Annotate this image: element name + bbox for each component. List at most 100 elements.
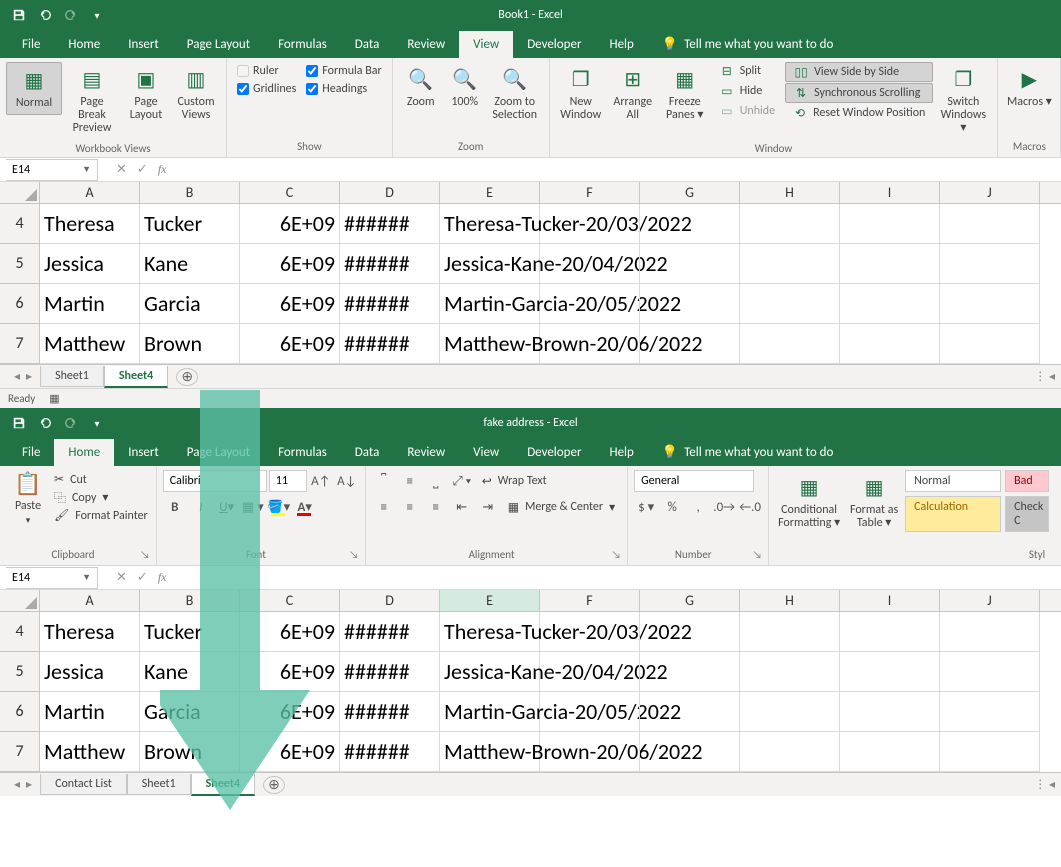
col-header-e[interactable]: E: [440, 590, 540, 611]
cell[interactable]: [940, 612, 1040, 652]
paste-button[interactable]: 📋Paste▾: [6, 470, 50, 526]
cell[interactable]: Brown: [140, 324, 240, 364]
custom-views-button[interactable]: ▥Custom Views: [172, 62, 220, 126]
format-painter-button[interactable]: 🖌Format Painter: [54, 508, 148, 523]
new-sheet-button[interactable]: ⊕: [263, 776, 285, 794]
ruler-checkbox[interactable]: Ruler: [233, 62, 300, 80]
row-header-4[interactable]: 4: [0, 204, 40, 244]
row-header-6[interactable]: 6: [0, 284, 40, 324]
cell[interactable]: [840, 732, 940, 772]
col-header-f[interactable]: F: [540, 590, 640, 611]
cell[interactable]: Theresa: [40, 204, 140, 244]
zoom-100-button[interactable]: 🔍100%: [445, 62, 485, 113]
cell-style-check[interactable]: Check C: [1005, 496, 1049, 532]
cell[interactable]: [640, 612, 740, 652]
col-header-a[interactable]: A: [40, 182, 140, 203]
increase-font-button[interactable]: A↑: [309, 470, 333, 492]
cell[interactable]: Matthew: [40, 324, 140, 364]
tab-prev-icon[interactable]: ◂: [14, 777, 20, 792]
save-icon[interactable]: [8, 4, 30, 26]
cell[interactable]: Matthew: [40, 732, 140, 772]
row-header-5[interactable]: 5: [0, 652, 40, 692]
menu-developer[interactable]: Developer: [513, 439, 595, 466]
new-window-button[interactable]: ❐New Window: [556, 62, 606, 126]
cell[interactable]: [940, 692, 1040, 732]
cell[interactable]: Kane: [140, 244, 240, 284]
col-header-e[interactable]: E: [440, 182, 540, 203]
cell[interactable]: Garcia: [140, 284, 240, 324]
cell-style-calculation[interactable]: Calculation: [905, 496, 1001, 532]
arrange-all-button[interactable]: ⊞Arrange All: [608, 62, 658, 126]
fx-icon[interactable]: fx: [158, 162, 167, 177]
menu-formulas[interactable]: Formulas: [264, 31, 341, 58]
menu-view[interactable]: View: [459, 439, 513, 466]
tell-me[interactable]: 💡Tell me what you want to do: [648, 439, 848, 466]
menu-help[interactable]: Help: [595, 439, 647, 466]
cell[interactable]: Theresa: [40, 612, 140, 652]
cell[interactable]: 6E+09: [240, 612, 340, 652]
cell[interactable]: 6E+09: [240, 692, 340, 732]
cell[interactable]: [640, 732, 740, 772]
menu-developer[interactable]: Developer: [513, 31, 595, 58]
cell[interactable]: 6E+09: [240, 324, 340, 364]
comma-button[interactable]: ,: [686, 496, 710, 518]
cell[interactable]: [540, 732, 640, 772]
cell[interactable]: [640, 324, 740, 364]
normal-view-button[interactable]: ▦Normal: [6, 62, 62, 115]
redo-icon[interactable]: [60, 4, 82, 26]
macros-button[interactable]: ▶Macros ▾: [1004, 62, 1054, 113]
col-header-h[interactable]: H: [740, 590, 840, 611]
reset-position-button[interactable]: ⟲Reset Window Position: [785, 104, 933, 122]
split-button[interactable]: ⊟Split: [712, 62, 783, 80]
row-header-6[interactable]: 6: [0, 692, 40, 732]
merge-center-button[interactable]: ▦Merge & Center ▾: [502, 496, 621, 518]
cell-style-bad[interactable]: Bad: [1005, 470, 1049, 492]
menu-insert[interactable]: Insert: [114, 31, 173, 58]
cell[interactable]: Martin: [40, 692, 140, 732]
record-macro-icon[interactable]: ▦: [49, 392, 59, 405]
col-header-c[interactable]: C: [240, 590, 340, 611]
col-header-i[interactable]: I: [840, 590, 940, 611]
freeze-panes-button[interactable]: ▦Freeze Panes ▾: [660, 62, 710, 126]
menu-file[interactable]: File: [8, 31, 54, 58]
save-icon[interactable]: [8, 412, 30, 434]
menu-page-layout[interactable]: Page Layout: [173, 439, 264, 466]
cell[interactable]: [740, 732, 840, 772]
new-sheet-button[interactable]: ⊕: [176, 368, 198, 386]
cell[interactable]: Jessica: [40, 652, 140, 692]
formulabar-checkbox[interactable]: Formula Bar: [302, 62, 385, 80]
sheet-tab[interactable]: Contact List: [40, 774, 127, 795]
cell[interactable]: [840, 244, 940, 284]
bold-button[interactable]: B: [163, 496, 187, 518]
col-header-d[interactable]: D: [340, 182, 440, 203]
cell[interactable]: [840, 324, 940, 364]
cell[interactable]: [640, 692, 740, 732]
cell[interactable]: [940, 204, 1040, 244]
cell[interactable]: [540, 284, 640, 324]
indent-increase-button[interactable]: ⇥: [476, 496, 500, 518]
cell[interactable]: Theresa-Tucker-20/03/2022: [440, 612, 540, 652]
font-name-select[interactable]: [163, 470, 267, 492]
zoom-selection-button[interactable]: 🔍Zoom to Selection: [487, 62, 543, 126]
cell[interactable]: [640, 652, 740, 692]
cell[interactable]: [840, 692, 940, 732]
cell[interactable]: [940, 732, 1040, 772]
cell[interactable]: Martin: [40, 284, 140, 324]
col-header-i[interactable]: I: [840, 182, 940, 203]
cell[interactable]: Matthew-Brown-20/06/2022: [440, 324, 540, 364]
cell[interactable]: [540, 612, 640, 652]
cell[interactable]: [940, 284, 1040, 324]
col-header-c[interactable]: C: [240, 182, 340, 203]
align-middle-button[interactable]: ≡: [398, 470, 422, 492]
cell[interactable]: [740, 692, 840, 732]
cell[interactable]: ######: [340, 692, 440, 732]
border-button[interactable]: ▦ ▾: [241, 496, 265, 518]
row-header-5[interactable]: 5: [0, 244, 40, 284]
cell[interactable]: [540, 244, 640, 284]
col-header-d[interactable]: D: [340, 590, 440, 611]
italic-button[interactable]: I: [189, 496, 213, 518]
align-bottom-button[interactable]: ⎵: [424, 470, 448, 492]
orientation-button[interactable]: ⤢ ▾: [450, 470, 474, 492]
select-all-corner[interactable]: [0, 590, 40, 611]
menu-formulas[interactable]: Formulas: [264, 439, 341, 466]
